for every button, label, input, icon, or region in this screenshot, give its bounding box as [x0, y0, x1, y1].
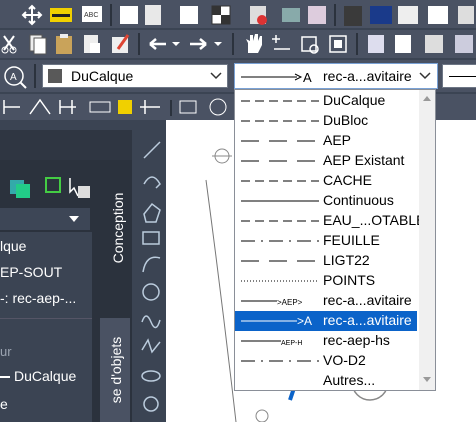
linetype-option[interactable]: FEUILLE [235, 231, 417, 251]
linetype-option-label: AEP Existant [323, 152, 405, 168]
chevron-down-icon[interactable] [419, 72, 431, 80]
linetype-pattern [241, 100, 319, 102]
linetype-option[interactable]: DuBloc [235, 111, 417, 131]
scrollbar[interactable] [419, 90, 435, 390]
tab-conception[interactable]: Conception [100, 160, 130, 300]
linetype-pattern [241, 120, 319, 122]
linetype-option[interactable]: VO-D2 [235, 351, 417, 371]
linetype-pattern [241, 372, 321, 390]
layer-combo-value: DuCalque [71, 68, 134, 84]
linetype-pattern: >A [241, 314, 312, 328]
chevron-down-icon[interactable] [210, 72, 222, 80]
linetype-option[interactable]: AEP-H rec-aep-hs [235, 331, 417, 351]
section-label: ur [0, 344, 12, 359]
linetype-option-label: Continuous [323, 192, 394, 208]
linetype-option-label: AEP [323, 132, 352, 148]
panel-tool-icons[interactable] [8, 176, 98, 198]
linetype-option[interactable]: POINTS [235, 271, 417, 291]
toolbar-separator [34, 64, 36, 88]
svg-text:ABC: ABC [84, 12, 98, 19]
linetype-option-label: FEUILLE [323, 232, 380, 248]
linetype-sample: A [241, 70, 312, 84]
list-item[interactable]: lque [0, 238, 26, 254]
scroll-down-icon[interactable] [422, 376, 432, 384]
svg-text:>A: >A [297, 314, 312, 328]
side-panel-header [0, 130, 132, 160]
linetype-option[interactable]: CACHE [235, 171, 417, 191]
linetype-pattern [241, 220, 319, 222]
linetype-option[interactable]: AEP [235, 131, 417, 151]
linetype-option-label: rec-aep-hs [323, 332, 390, 348]
linetype-combo-value: rec-a...avitaire [323, 68, 412, 84]
linetype-option[interactable]: >A rec-a...avitaire [235, 311, 417, 331]
linetype-pattern [241, 260, 319, 262]
linetype-option[interactable]: Autres... [235, 371, 417, 391]
svg-text:A: A [303, 70, 312, 84]
linetype-option[interactable]: Continuous [235, 191, 417, 211]
linetype-option-label: CACHE [323, 172, 373, 188]
lineweight-combo[interactable] [442, 64, 476, 88]
toolbar-row2-icons[interactable] [0, 31, 476, 57]
linetype-option-label: rec-a...avitaire [323, 312, 412, 328]
toolbar-row1-icons[interactable]: ABC [0, 2, 476, 28]
linetype-option[interactable]: LIGT22 [235, 251, 417, 271]
layer-combo[interactable]: DuCalque [42, 64, 228, 88]
toolbar-row4-icons[interactable] [0, 96, 234, 118]
linetype-option[interactable]: AEP Existant [235, 151, 417, 171]
linetype-option[interactable]: DuCalque [235, 91, 417, 111]
layer-color-swatch [48, 69, 62, 83]
list-item[interactable]: DuCalque [14, 368, 76, 384]
linetype-pattern [241, 360, 319, 362]
linetype-option-label: LIGT22 [323, 252, 370, 268]
list-item[interactable]: e [0, 396, 8, 412]
linetype-pattern [241, 160, 319, 162]
linetype-option-label: rec-a...avitaire [323, 292, 412, 308]
divider [0, 318, 92, 319]
linetype-dropdown[interactable]: DuCalque DuBloc AEP AEP Existant CACHE Contin… [234, 89, 436, 391]
linetype-pattern [241, 180, 319, 182]
panel-filter-bar[interactable] [0, 208, 90, 230]
linetype-option[interactable]: >AEP> rec-a...avitaire [235, 291, 417, 311]
tab-objets[interactable]: se d'objets [100, 318, 130, 422]
linetype-pattern: >AEP> [241, 298, 303, 307]
linetype-pattern: AEP-H [241, 340, 302, 347]
linetype-option[interactable]: EAU_...OTABLE [235, 211, 425, 231]
side-panel-list [0, 232, 92, 422]
linetype-option-label: EAU_...OTABLE [323, 212, 426, 228]
svg-text:AEP-H: AEP-H [281, 340, 302, 347]
linetype-option-label: DuBloc [323, 112, 369, 128]
svg-text:A: A [10, 72, 17, 83]
linetype-pattern [241, 240, 319, 242]
zoom-icon[interactable]: A [0, 64, 34, 90]
linetype-combo[interactable]: A rec-a...avitaire [234, 63, 438, 89]
linetype-option-label: Autres... [323, 372, 376, 388]
list-item[interactable]: -: rec-aep-... [0, 290, 76, 306]
linetype-option-label: DuCalque [323, 92, 386, 108]
svg-text:>AEP>: >AEP> [277, 298, 303, 307]
linetype-option-label: VO-D2 [323, 352, 366, 368]
linetype-line-icon [0, 376, 10, 378]
linetype-pattern [241, 280, 319, 282]
list-item[interactable]: EP-SOUT [0, 264, 62, 280]
draw-tool-icons[interactable] [138, 134, 164, 422]
scroll-up-icon[interactable] [422, 94, 432, 102]
chevron-down-icon[interactable] [68, 215, 80, 223]
linetype-pattern [241, 140, 319, 142]
linetype-pattern [241, 200, 319, 202]
linetype-option-label: POINTS [323, 272, 376, 288]
